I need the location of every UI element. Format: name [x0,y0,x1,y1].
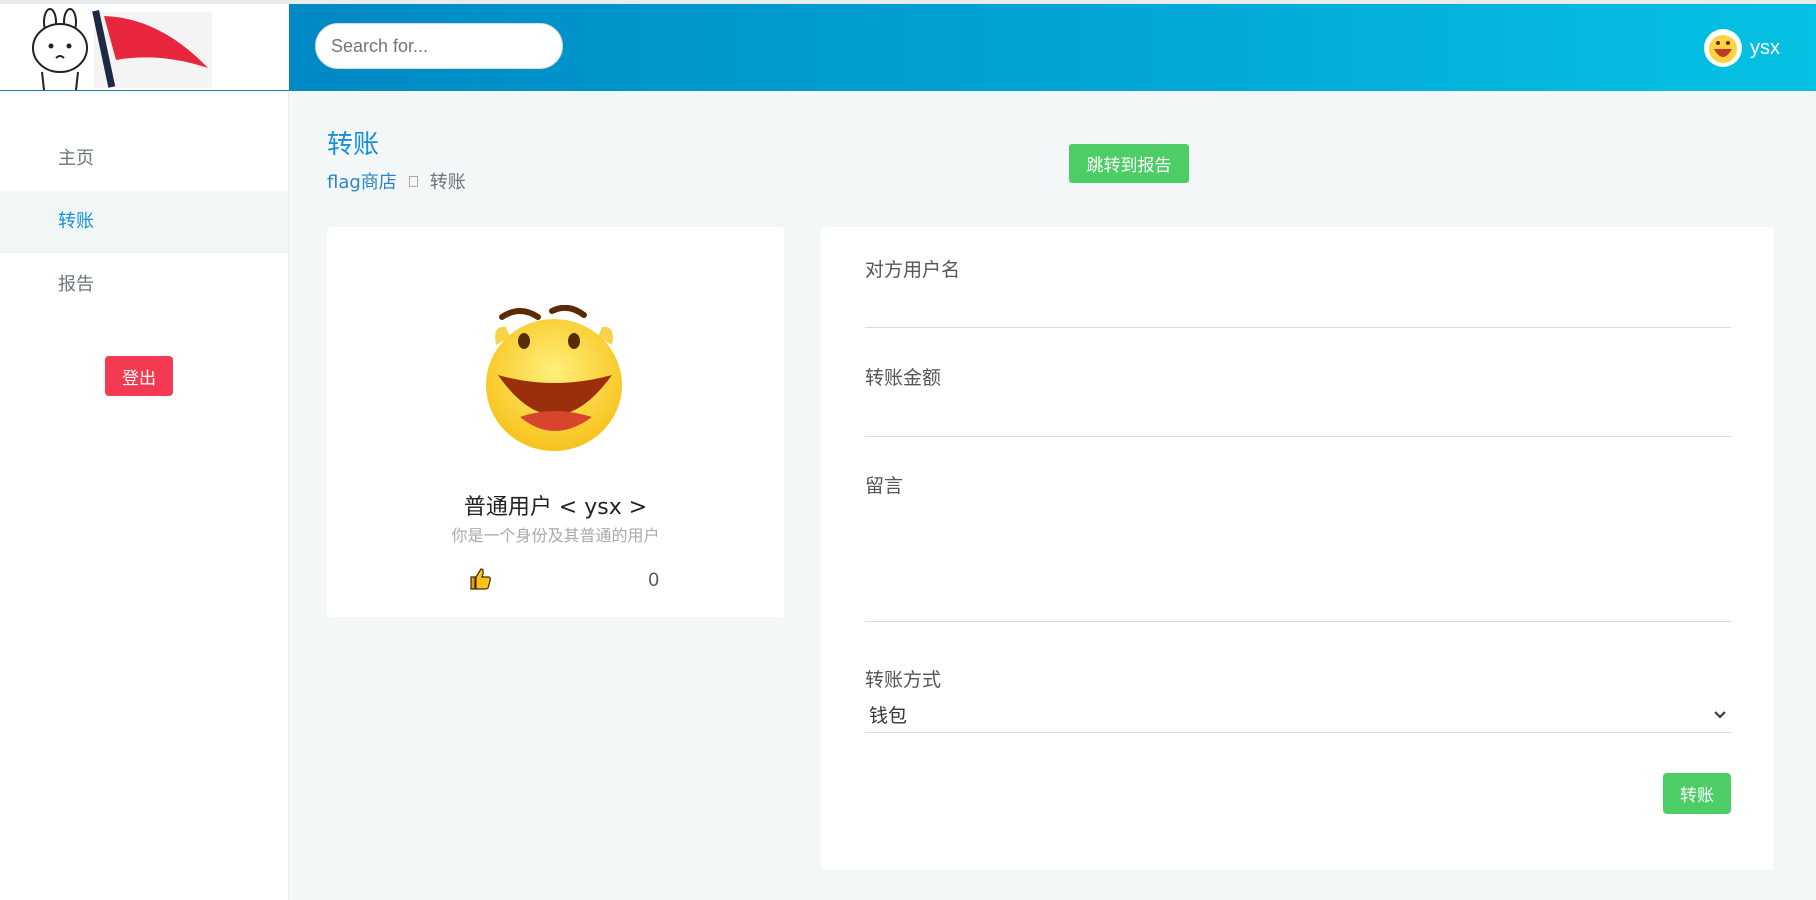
top-header: ysx [289,4,1816,91]
breadcrumb-link-shop[interactable]: flag商店 [327,168,397,194]
sidebar-item-transfer[interactable]: 转账 [0,191,288,253]
laughing-face-icon [486,305,622,451]
profile-description: 你是一个身份及其普通的用户 [451,526,660,545]
message-label: 留言 [865,475,904,497]
sidebar-item-label: 主页 [58,148,94,169]
logo[interactable] [0,4,289,91]
sidebar-item-label: 报告 [58,274,94,295]
user-avatar[interactable] [1704,29,1742,67]
breadcrumb: flag商店 转账 [327,168,466,194]
transfer-form: 对方用户名 转账金额 留言 转账方式 钱包 转账 [821,227,1774,870]
profile-name: 普通用户 < ysx > [463,495,648,520]
like-row: 0 [469,567,659,595]
sidebar-item-home[interactable]: 主页 [0,128,288,190]
sidebar-item-report[interactable]: 报告 [0,254,288,316]
laughing-face-icon [1709,35,1737,63]
chevron-down-icon [1714,710,1726,718]
message-textarea[interactable] [865,503,1731,622]
breadcrumb-current: 转账 [429,172,466,193]
jump-to-report-button[interactable]: 跳转到报告 [1069,144,1189,183]
username: ysx [1750,36,1780,59]
logout-button[interactable]: 登出 [105,356,173,396]
page-title: 转账 [327,130,380,160]
transfer-method-select[interactable]: 钱包 [865,697,1731,733]
thumbs-up-icon[interactable] [469,567,493,595]
user-menu[interactable]: ysx [1704,28,1780,68]
breadcrumb-separator-icon [408,175,418,187]
sidebar: 主页 转账 报告 登出 [0,92,289,900]
rabbit-flag-logo-icon [32,8,212,90]
search-input[interactable] [315,23,563,69]
transfer-submit-button[interactable]: 转账 [1663,773,1731,814]
sidebar-item-label: 转账 [58,211,94,232]
method-label: 转账方式 [865,669,942,691]
recipient-label: 对方用户名 [865,259,961,281]
amount-input[interactable] [865,395,1731,437]
like-count: 0 [648,570,659,591]
transfer-method-value: 钱包 [869,705,908,727]
profile-card: 普通用户 < ysx > 你是一个身份及其普通的用户 0 [327,227,784,617]
amount-label: 转账金额 [865,367,942,389]
recipient-input[interactable] [865,287,1731,328]
